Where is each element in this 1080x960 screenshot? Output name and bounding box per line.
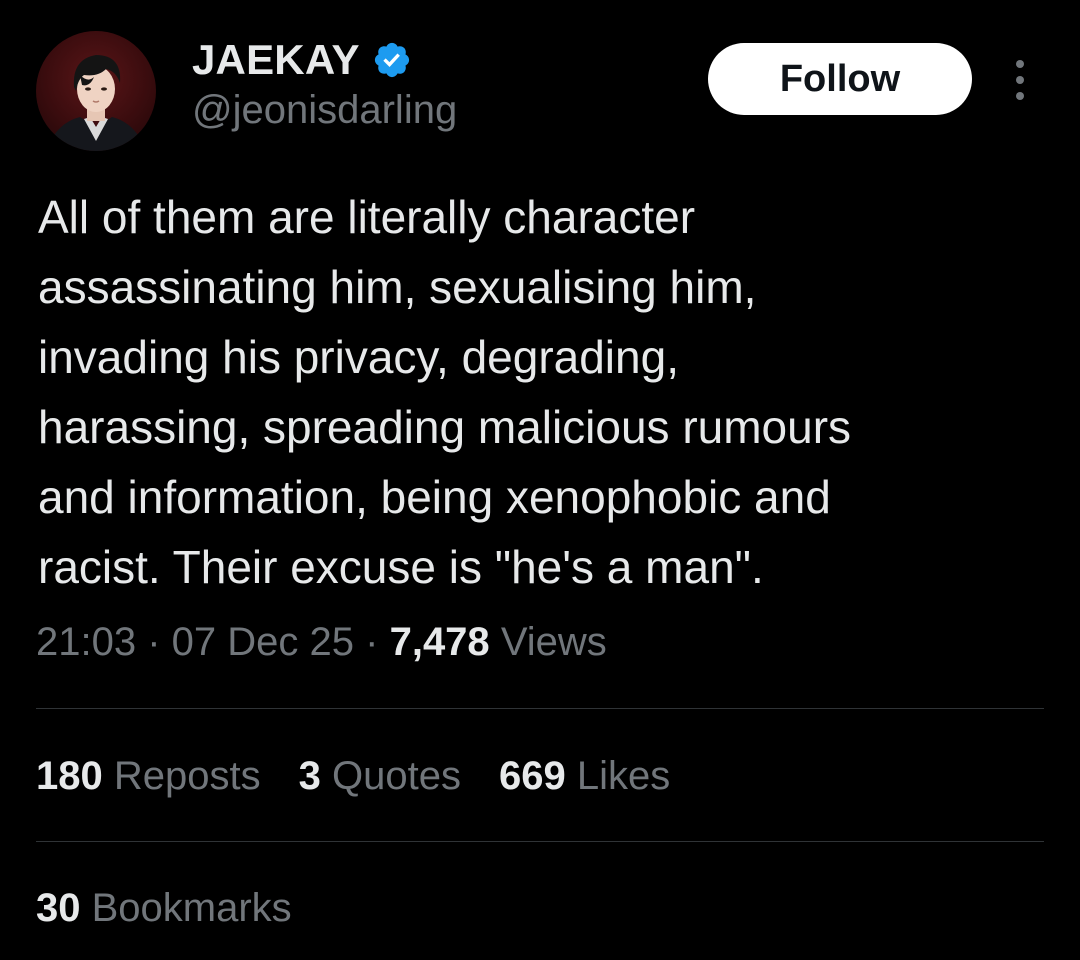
views-count: 7,478 — [389, 620, 490, 664]
reposts-label: Reposts — [113, 754, 261, 798]
divider — [36, 841, 1044, 842]
follow-button[interactable]: Follow — [708, 43, 972, 115]
bookmarks-label: Bookmarks — [91, 886, 292, 930]
meta-separator: · — [365, 620, 390, 664]
quotes-label: Quotes — [332, 754, 461, 798]
likes-stat[interactable]: 669 Likes — [499, 754, 670, 798]
quotes-count: 3 — [298, 754, 321, 798]
author-name-row[interactable]: JAEKAY — [192, 36, 412, 84]
engagement-stats: 180 Reposts 3 Quotes 669 Likes — [36, 754, 670, 799]
tweet-meta: 21:03 · 07 Dec 25 · 7,478 Views — [36, 620, 607, 665]
more-vertical-icon[interactable] — [1008, 58, 1032, 102]
bookmarks-count: 30 — [36, 886, 81, 930]
reposts-stat[interactable]: 180 Reposts — [36, 754, 261, 798]
tweet-text: All of them are literally character assa… — [38, 191, 852, 593]
reposts-count: 180 — [36, 754, 103, 798]
likes-label: Likes — [576, 754, 671, 798]
meta-separator: · — [147, 620, 172, 664]
likes-count: 669 — [498, 754, 566, 798]
divider — [36, 708, 1044, 709]
tweet-time[interactable]: 21:03 — [36, 620, 136, 664]
quotes-stat[interactable]: 3 Quotes — [299, 754, 461, 798]
avatar[interactable] — [36, 31, 156, 151]
bookmarks-stat[interactable]: 30 Bookmarks — [36, 886, 292, 931]
avatar-image — [46, 55, 146, 151]
tweet-date[interactable]: 07 Dec 25 — [172, 620, 354, 664]
verified-badge-icon[interactable] — [372, 40, 412, 80]
views-label: Views — [500, 620, 607, 664]
author-handle[interactable]: @jeonisdarling — [192, 88, 457, 133]
display-name[interactable]: JAEKAY — [192, 36, 360, 84]
